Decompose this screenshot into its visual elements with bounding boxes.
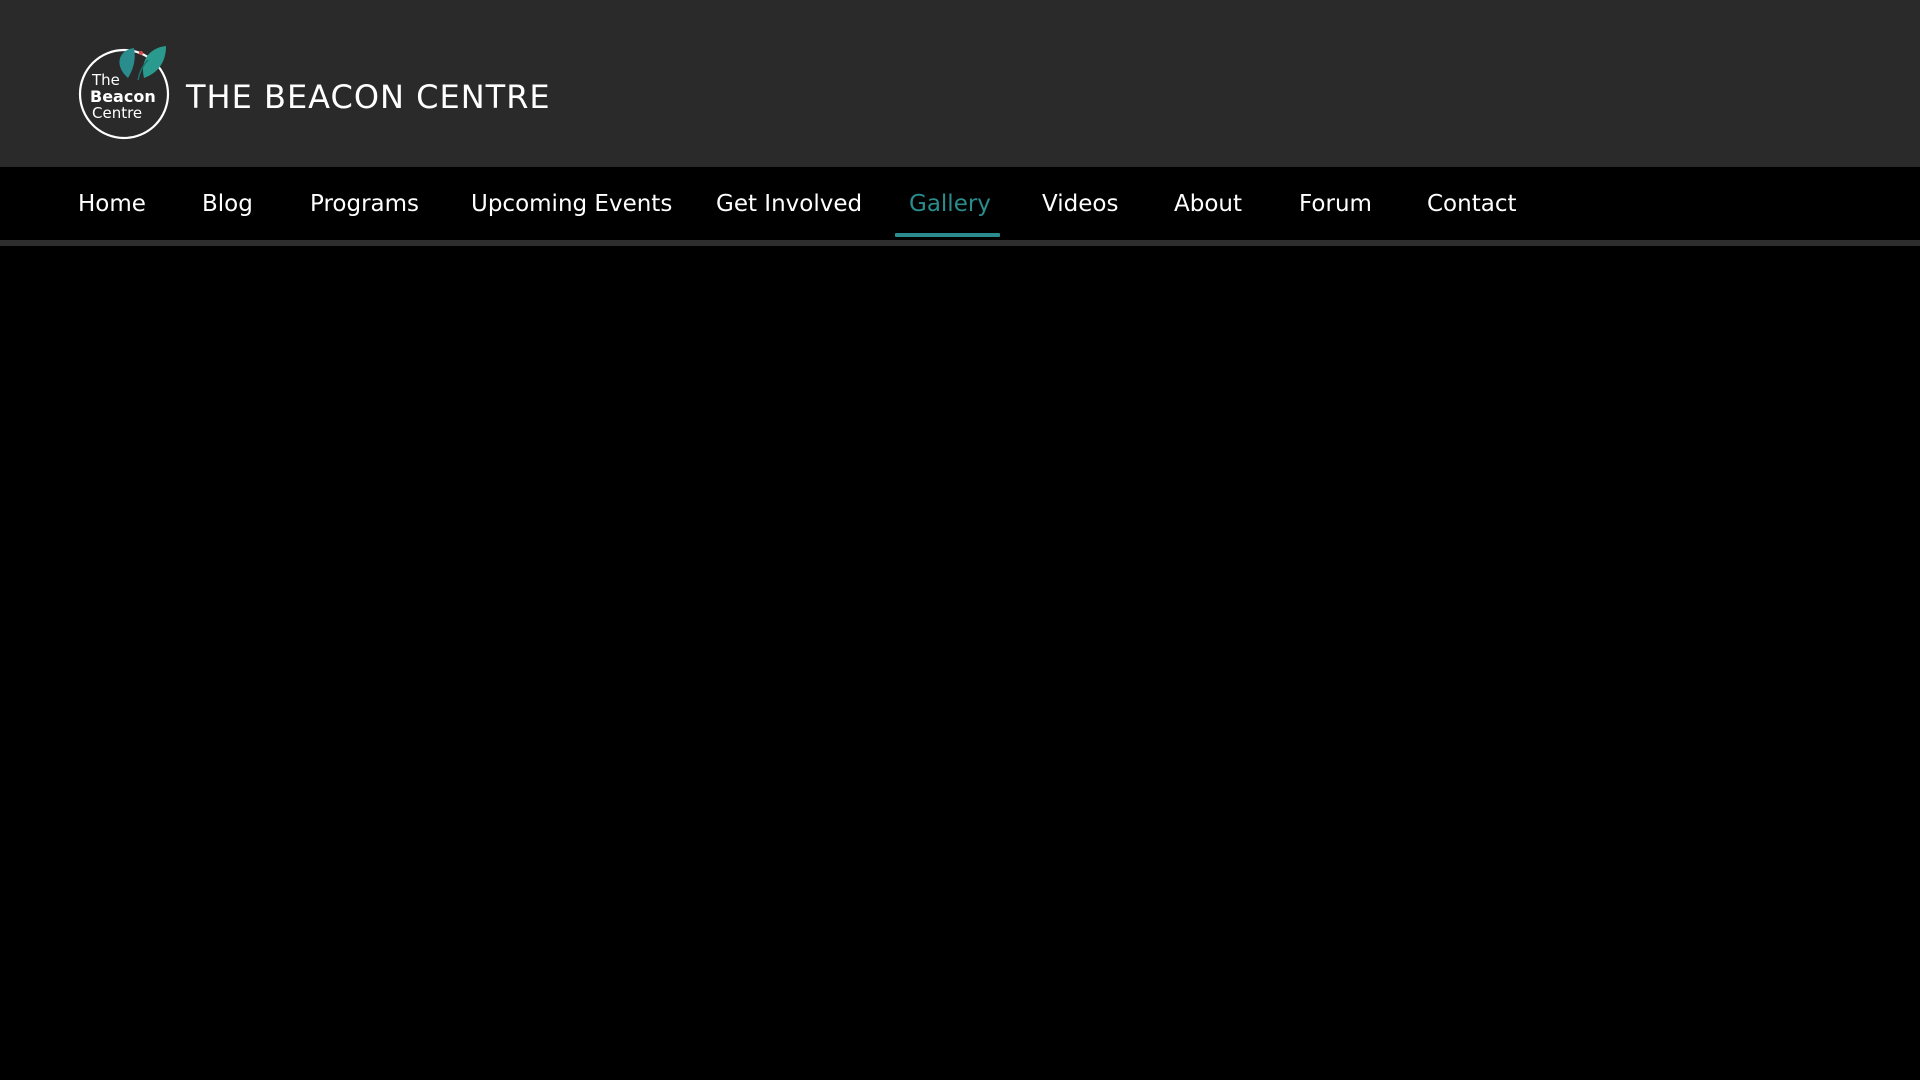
beacon-logo-icon: The Beacon Centre	[78, 46, 170, 140]
site-logo[interactable]: The Beacon Centre	[78, 44, 170, 142]
nav-item-forum[interactable]: Forum	[1299, 167, 1372, 239]
nav-item-contact[interactable]: Contact	[1427, 167, 1516, 239]
main-content-area	[0, 246, 1920, 1080]
nav-item-get-involved[interactable]: Get Involved	[716, 167, 862, 239]
nav-item-upcoming-events[interactable]: Upcoming Events	[471, 167, 672, 239]
logo-text-line3: Centre	[92, 104, 142, 122]
site-title[interactable]: THE BEACON CENTRE	[186, 78, 551, 116]
site-header: The Beacon Centre THE BEACON CENTRE	[0, 0, 1920, 167]
nav-item-videos[interactable]: Videos	[1042, 167, 1118, 239]
active-nav-underline	[895, 233, 1000, 237]
nav-item-programs[interactable]: Programs	[310, 167, 419, 239]
nav-item-gallery[interactable]: Gallery	[909, 167, 991, 239]
nav-item-about[interactable]: About	[1174, 167, 1242, 239]
nav-item-home[interactable]: Home	[78, 167, 146, 239]
main-navigation: Home Blog Programs Upcoming Events Get I…	[0, 167, 1920, 239]
nav-item-blog[interactable]: Blog	[202, 167, 253, 239]
